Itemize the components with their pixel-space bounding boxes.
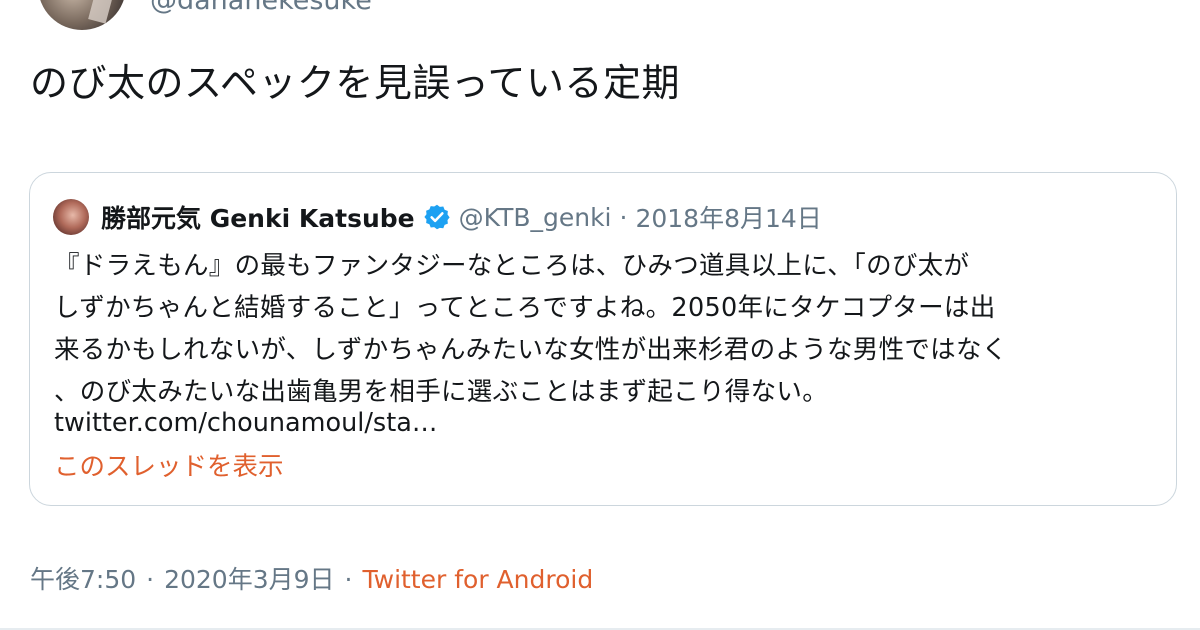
- quoted-tweet-body: 『ドラえもん』の最もファンタジーなところは、ひみつ道具以上に、「のび太が しずか…: [54, 245, 1164, 413]
- author-avatar[interactable]: [38, 0, 126, 30]
- author-handle[interactable]: @dananekesuke: [150, 0, 372, 16]
- quoted-tweet-link[interactable]: twitter.com/chounamoul/sta…: [54, 405, 437, 441]
- quoted-body-line: しずかちゃんと結婚すること」ってところですよね。2050年にタケコプターは出: [54, 293, 996, 323]
- quoted-tweet-header: 勝部元気 Genki Katsube @KTB_genki · 2018年8月1…: [53, 197, 822, 237]
- tweet-time[interactable]: 午後7:50: [30, 562, 136, 598]
- quoted-author-avatar[interactable]: [53, 199, 89, 235]
- quoted-tweet-card[interactable]: 勝部元気 Genki Katsube @KTB_genki · 2018年8月1…: [29, 172, 1177, 506]
- quoted-author-handle[interactable]: @KTB_genki: [459, 203, 612, 232]
- tweet-source-link[interactable]: Twitter for Android: [362, 562, 593, 598]
- quoted-body-line: 来るかもしれないが、しずかちゃんみたいな女性が出来杉君のような男性ではなく: [54, 335, 1008, 365]
- quoted-body-line: 『ドラえもん』の最もファンタジーなところは、ひみつ道具以上に、「のび太が: [54, 251, 970, 281]
- meta-separator: ·: [344, 565, 353, 594]
- tweet-date[interactable]: 2020年3月9日: [164, 562, 334, 598]
- tweet-screenshot: @dananekesuke のび太のスペックを見誤っている定期 勝部元気 Gen…: [0, 0, 1200, 630]
- verified-badge-icon: [423, 203, 451, 231]
- quoted-separator: ·: [619, 202, 628, 232]
- quoted-author-name[interactable]: 勝部元気 Genki Katsube: [101, 199, 415, 235]
- meta-separator: ·: [146, 565, 155, 594]
- avatar-highlight: [88, 0, 116, 24]
- tweet-text: のび太のスペックを見誤っている定期: [30, 61, 680, 105]
- quoted-tweet-date[interactable]: 2018年8月14日: [635, 199, 821, 235]
- tweet-meta: 午後7:50 · 2020年3月9日 · Twitter for Android: [30, 562, 593, 598]
- show-thread-link[interactable]: このスレッドを表示: [54, 449, 284, 485]
